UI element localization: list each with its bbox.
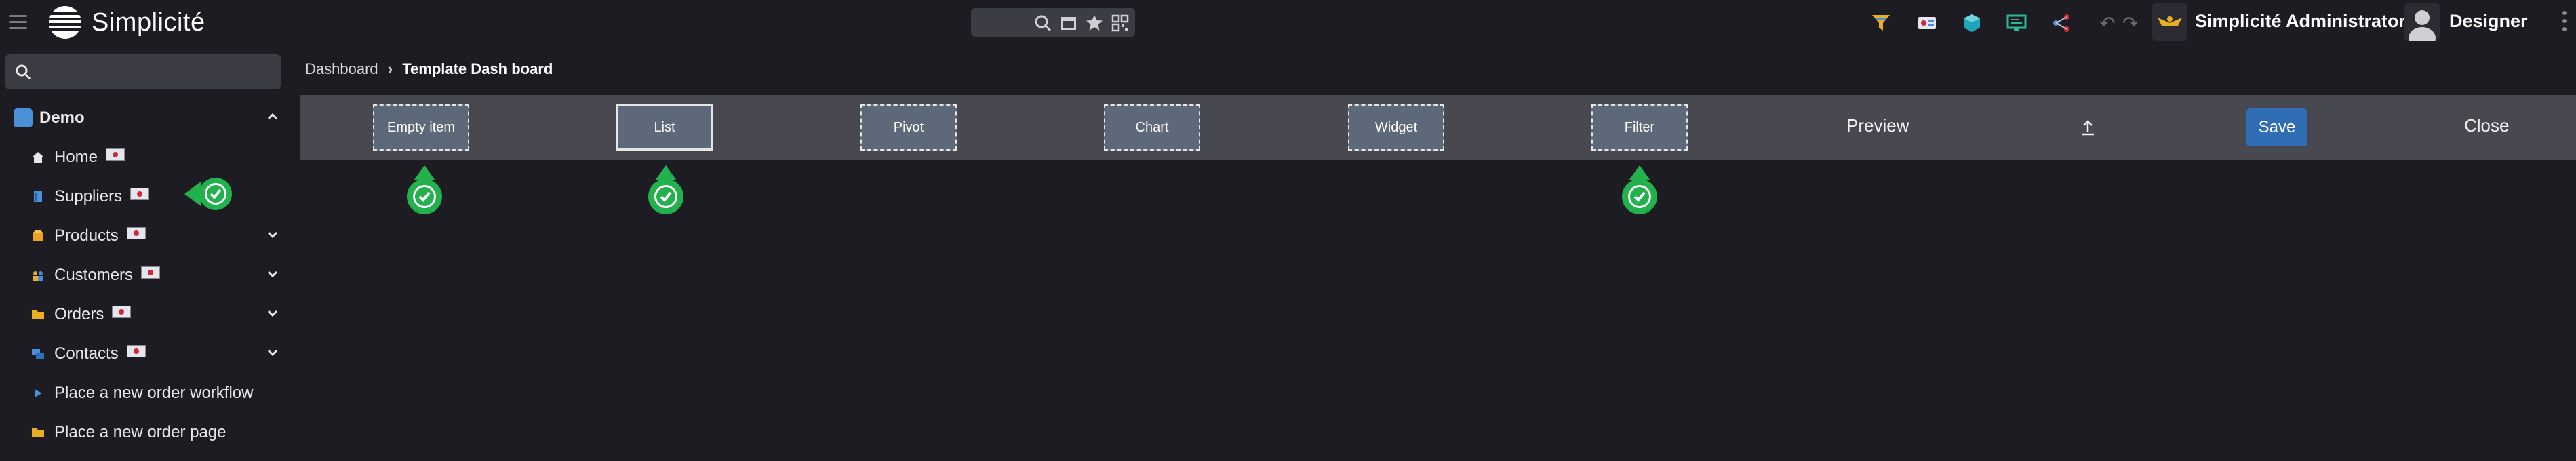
pivot-button[interactable]: Pivot: [860, 104, 957, 151]
designer-label[interactable]: Designer: [2449, 11, 2528, 32]
sidebar-item-label: Place a new order page: [54, 423, 226, 441]
calendar-icon[interactable]: [1059, 14, 1078, 33]
cube-icon[interactable]: [1961, 12, 1983, 34]
user-display-name[interactable]: Simplicité Administrator: [2195, 11, 2406, 32]
sidebar-item-label: Orders: [54, 305, 104, 323]
sidebar-item-customers[interactable]: Customers: [0, 256, 296, 296]
chevron-down-icon[interactable]: [267, 268, 278, 279]
chevron-down-icon[interactable]: [267, 347, 278, 358]
sidebar-item-place-order-workflow[interactable]: Place a new order workflow: [0, 374, 296, 414]
filter-icon[interactable]: [1870, 12, 1892, 34]
chevron-right-icon: ›: [387, 60, 393, 77]
sidebar-domain-demo[interactable]: Demo: [0, 99, 296, 138]
check-badge-icon: [1622, 165, 1657, 214]
sidebar-item-label: Customers: [54, 266, 134, 284]
chevron-down-icon[interactable]: [267, 308, 278, 319]
widget-button[interactable]: Widget: [1348, 104, 1444, 151]
hamburger-menu-icon[interactable]: [9, 15, 30, 31]
sidebar-item-label: Suppliers: [54, 187, 123, 205]
sidebar-item-place-order-page[interactable]: Place a new order page: [0, 414, 296, 453]
redo-icon[interactable]: ↷: [2122, 12, 2138, 35]
top-bar: [0, 0, 2576, 46]
check-badge-icon: [648, 165, 683, 214]
home-icon: [32, 152, 44, 163]
sidebar-item-orders[interactable]: Orders: [0, 296, 296, 335]
flag-icon: [126, 345, 146, 357]
flag-icon: [130, 188, 150, 200]
sidebar-search-input[interactable]: [35, 54, 275, 91]
more-options-icon[interactable]: [2562, 9, 2567, 34]
preview-button[interactable]: Preview: [1846, 115, 1909, 136]
domain-icon: [14, 108, 33, 127]
folder-icon: [32, 428, 44, 437]
empty-item-button[interactable]: Empty item: [373, 104, 469, 151]
flag-icon: [106, 148, 125, 161]
sidebar-item-contacts[interactable]: Contacts: [0, 335, 296, 374]
sidebar-search[interactable]: [5, 54, 281, 91]
sidebar-domain-label: Demo: [39, 108, 85, 127]
chat-icon: [32, 349, 44, 359]
sidebar-item-label: Home: [54, 148, 98, 166]
flag-icon: [141, 266, 161, 279]
quick-search-box[interactable]: [971, 8, 1135, 37]
user-avatar-logo[interactable]: [2152, 3, 2187, 41]
star-icon[interactable]: [1085, 14, 1104, 33]
chart-button[interactable]: Chart: [1104, 104, 1200, 151]
share-icon[interactable]: [2050, 12, 2072, 34]
check-badge-icon: [184, 178, 232, 210]
sidebar-item-home[interactable]: Home: [0, 138, 296, 178]
flag-icon: [112, 306, 132, 318]
upload-icon[interactable]: [2080, 118, 2096, 136]
list-button[interactable]: List: [616, 104, 713, 151]
sidebar-item-label: Contacts: [54, 344, 119, 363]
dashboard-toolbar: Empty item List Pivot Chart Widget Filte…: [300, 95, 2576, 160]
breadcrumb-root[interactable]: Dashboard: [305, 60, 378, 77]
chevron-up-icon[interactable]: [267, 111, 278, 122]
search-icon: [16, 64, 31, 80]
monitor-icon[interactable]: [2006, 12, 2027, 34]
id-card-icon[interactable]: [1916, 12, 1938, 34]
chevron-down-icon[interactable]: [267, 229, 278, 240]
folder-icon: [32, 310, 44, 319]
simplicite-logo-icon: [47, 3, 83, 42]
breadcrumb-current: Template Dash board: [402, 60, 553, 77]
breadcrumb: Dashboard › Template Dash board: [305, 60, 553, 78]
save-button[interactable]: Save: [2246, 108, 2307, 146]
box-icon: [33, 230, 43, 241]
sidebar-item-products[interactable]: Products: [0, 217, 296, 256]
qr-code-icon[interactable]: [1111, 14, 1130, 33]
close-button[interactable]: Close: [2464, 115, 2509, 136]
flag-icon: [126, 227, 146, 239]
check-badge-icon: [407, 165, 442, 214]
undo-icon[interactable]: ↶: [2099, 12, 2115, 35]
sidebar-item-suppliers[interactable]: Suppliers: [0, 178, 296, 217]
play-icon: [35, 389, 42, 397]
app-title[interactable]: Simplicité: [92, 8, 205, 37]
designer-avatar[interactable]: [2404, 3, 2440, 41]
book-icon: [34, 191, 42, 202]
filter-button[interactable]: Filter: [1591, 104, 1688, 151]
users-icon: [33, 271, 43, 281]
sidebar-item-label: Products: [54, 226, 119, 245]
search-icon[interactable]: [1033, 14, 1052, 33]
sidebar-item-label: Place a new order workflow: [54, 384, 254, 402]
